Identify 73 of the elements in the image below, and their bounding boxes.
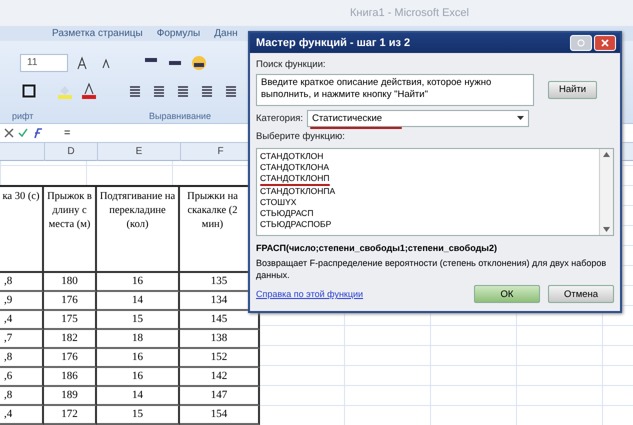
header-cell: ка 30 (с) <box>0 187 44 273</box>
table-cell: ,9 <box>0 292 44 311</box>
table-cell: 18 <box>97 330 180 349</box>
ribbon-tab[interactable]: Формулы <box>156 28 200 39</box>
ok-button[interactable]: ОК <box>474 285 540 303</box>
formula-text: = <box>64 126 70 139</box>
table-cell: 15 <box>97 311 180 330</box>
table-cell: 14 <box>97 292 180 311</box>
function-item[interactable]: СТАНДОТКЛОН <box>260 150 324 162</box>
ribbon-tab[interactable]: Данн <box>214 28 238 39</box>
table-cell: 142 <box>180 368 260 387</box>
table-cell: 16 <box>97 273 180 292</box>
table-cell: 182 <box>44 330 97 349</box>
scrollbar[interactable] <box>599 148 613 235</box>
category-label: Категория: <box>256 112 304 124</box>
table-cell: ,4 <box>0 406 44 425</box>
dropdown-arrow-icon <box>517 116 524 121</box>
table-cell: ,7 <box>0 330 44 349</box>
align-lines-icon[interactable] <box>177 84 189 97</box>
find-button[interactable]: Найти <box>548 80 598 99</box>
table-cell: 180 <box>44 273 97 292</box>
table-cell: ,8 <box>0 387 44 406</box>
align-bottom-icon[interactable] <box>191 54 207 71</box>
function-item[interactable]: СТЬЮДРАСПОБР <box>260 218 332 230</box>
align-lines-icon[interactable] <box>129 84 141 97</box>
function-item[interactable]: СТАНДОТКЛОНП <box>260 172 330 186</box>
table-cell: 154 <box>180 406 260 425</box>
group-label: Выравнивание <box>148 110 212 121</box>
table-cell: 186 <box>44 368 97 387</box>
category-select[interactable]: Статистические <box>307 110 530 127</box>
search-field[interactable]: Введите краткое описание действия, которое нужно выполнить, и нажмите кнопку "Найти" <box>256 74 534 106</box>
align-lines-icon[interactable] <box>225 84 237 97</box>
table-cell: 147 <box>180 387 260 406</box>
dialog-title: Мастер функций - шаг 1 из 2 <box>256 36 412 49</box>
table-cell: ,4 <box>0 311 44 330</box>
cancel-icon[interactable] <box>4 128 14 138</box>
function-item[interactable]: СТОШYX <box>260 196 296 208</box>
table-cell: 16 <box>97 368 180 387</box>
table-cell: 15 <box>97 406 180 425</box>
search-label: Поиск функции: <box>256 58 327 70</box>
close-button[interactable] <box>594 34 616 51</box>
close-icon <box>601 38 609 47</box>
table-cell: 138 <box>180 330 260 349</box>
header-cell: Подтягивание на перекладине (кол) <box>97 187 180 273</box>
table-cell: 176 <box>44 292 97 311</box>
help-button[interactable] <box>570 34 592 51</box>
function-item[interactable]: СТАНДОТКЛОНПА <box>260 186 336 197</box>
table-cell: 175 <box>44 311 97 330</box>
table-cell: ,8 <box>0 349 44 368</box>
function-item[interactable]: СТАНДОТКЛОНА <box>260 162 330 173</box>
align-lines-icon[interactable] <box>201 84 213 97</box>
table-cell: 14 <box>97 387 180 406</box>
font-size-field[interactable]: 11 <box>20 54 68 72</box>
table-cell: 152 <box>180 349 260 368</box>
align-lines-icon[interactable] <box>153 84 165 97</box>
borders-icon[interactable] <box>22 84 36 98</box>
list-label: Выберите функцию: <box>256 130 346 142</box>
table-cell: 172 <box>44 406 97 425</box>
font-color-icon[interactable] <box>81 82 97 99</box>
group-label: рифт <box>11 110 34 121</box>
ribbon-tab[interactable]: Разметка страницы <box>52 28 143 39</box>
header-cell: Прыжок в длину с места (м) <box>44 187 97 273</box>
table-cell: ,6 <box>0 368 44 387</box>
table-cell: 176 <box>44 349 97 368</box>
table-cell: ,8 <box>0 273 44 292</box>
scroll-up-icon[interactable] <box>603 152 610 157</box>
table-cell: 189 <box>44 387 97 406</box>
function-item[interactable]: СТЬЮДРАСП <box>260 208 314 219</box>
cancel-button[interactable]: Отмена <box>548 285 614 303</box>
window-title: Книга1 - Microsoft Excel <box>350 6 469 19</box>
check-icon[interactable] <box>18 128 28 138</box>
table-cell: 16 <box>97 349 180 368</box>
scroll-down-icon[interactable] <box>603 226 610 232</box>
